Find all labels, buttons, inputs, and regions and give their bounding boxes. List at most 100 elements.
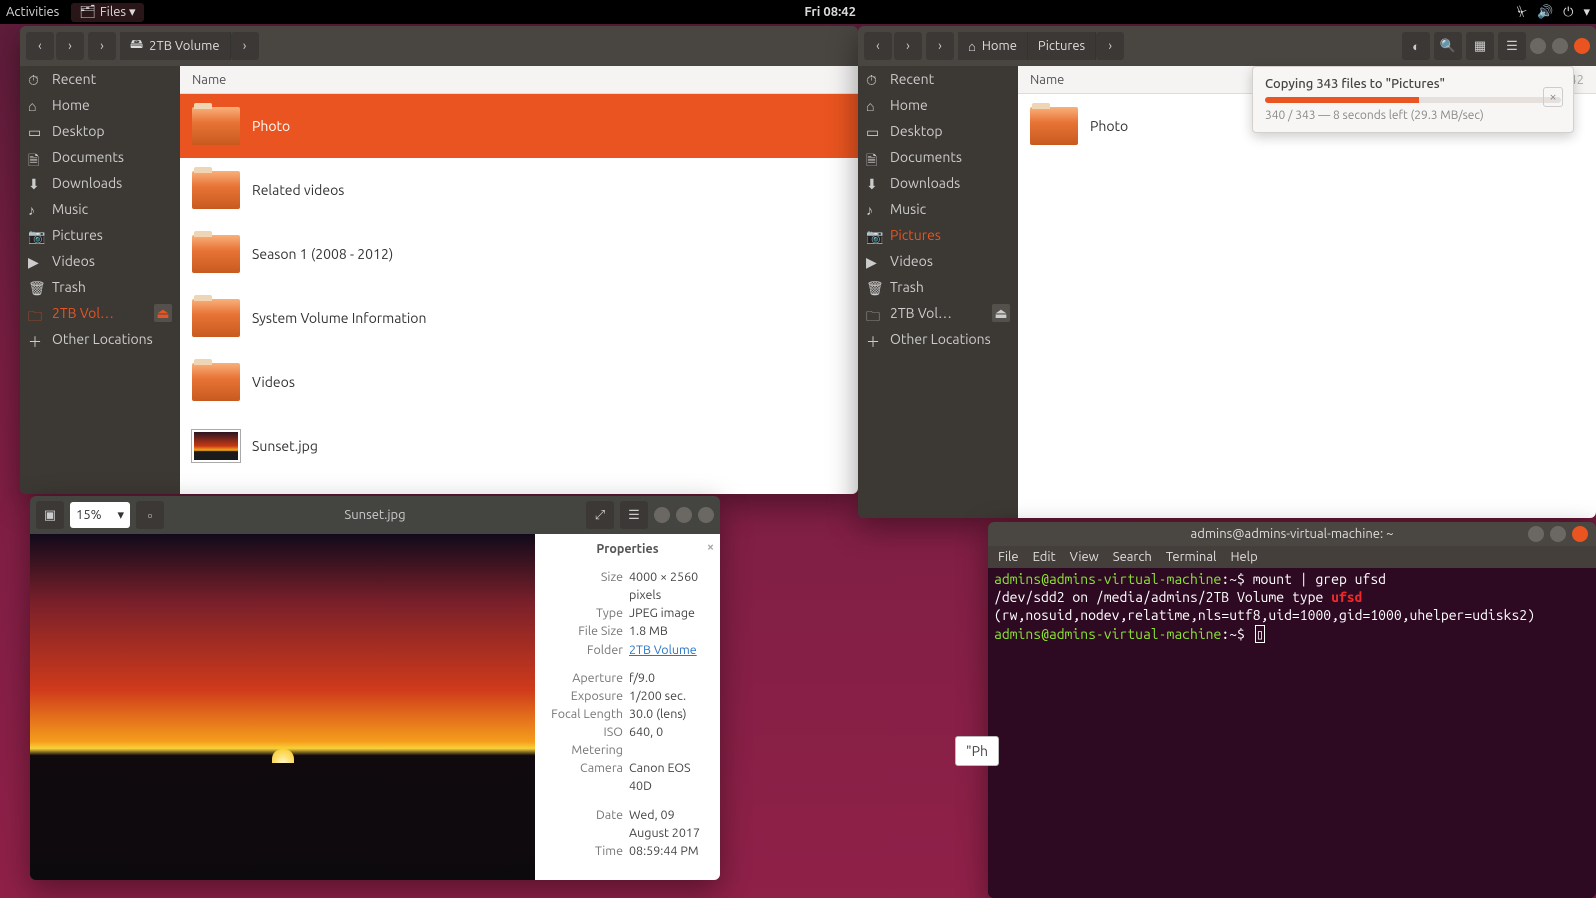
path-segment-home[interactable]: ⌂ Home: [958, 32, 1028, 60]
power-icon[interactable]: ⏻: [1563, 5, 1573, 20]
maximize-button[interactable]: [1552, 38, 1568, 54]
sidebar-item-desktop[interactable]: ▭Desktop: [858, 118, 1018, 144]
sidebar-item-music[interactable]: ♪Music: [858, 196, 1018, 222]
sidebar-item-pictures[interactable]: 📷Pictures: [20, 222, 180, 248]
property-row: Aperturef/9.0: [543, 669, 712, 687]
property-label: File Size: [543, 622, 623, 640]
sidebar-item-music[interactable]: ♪Music: [20, 196, 180, 222]
documents-icon: 🗎: [866, 150, 880, 164]
sidebar-item-label: Pictures: [890, 227, 941, 243]
pictures-icon: 📷: [28, 228, 42, 242]
back-button[interactable]: ‹: [864, 32, 892, 60]
path-chevron[interactable]: ›: [926, 32, 954, 60]
path-chevron[interactable]: ›: [231, 32, 259, 60]
property-row: Folder2TB Volume: [543, 641, 712, 659]
property-label: Type: [543, 604, 623, 622]
sidebar-item-pictures[interactable]: 📷Pictures: [858, 222, 1018, 248]
forward-button[interactable]: ›: [56, 32, 84, 60]
minimize-button[interactable]: [1528, 526, 1544, 542]
sidebar-item-recent[interactable]: ⏱Recent: [858, 66, 1018, 92]
close-icon[interactable]: ×: [1543, 87, 1563, 107]
menu-edit[interactable]: Edit: [1033, 550, 1056, 564]
fit-button[interactable]: ▣: [36, 501, 64, 529]
view-toggle-button[interactable]: ▦: [1466, 32, 1494, 60]
minimize-button[interactable]: [654, 507, 670, 523]
home-icon: ⌂: [866, 98, 880, 112]
zoom-selector[interactable]: 15% ▾: [70, 502, 130, 528]
maximize-button[interactable]: [1550, 526, 1566, 542]
file-row[interactable]: Photo: [180, 94, 858, 158]
property-row: Focal Length30.0 (lens): [543, 705, 712, 723]
property-label: Exposure: [543, 687, 623, 705]
sidebar-item-desktop[interactable]: ▭Desktop: [20, 118, 180, 144]
sidebar-item-label: Music: [52, 201, 88, 217]
column-header[interactable]: Name: [180, 66, 858, 94]
files-window-1: ‹ › › 🖴 2TB Volume › ⏱Recent⌂Home▭Deskto…: [20, 26, 858, 494]
file-row[interactable]: Season 1 (2008 - 2012): [180, 222, 858, 286]
menu-terminal[interactable]: Terminal: [1166, 550, 1217, 564]
file-row[interactable]: Sunset.jpg: [180, 414, 858, 478]
path-segment-volume[interactable]: 🖴 2TB Volume: [120, 32, 231, 60]
back-button[interactable]: ‹: [26, 32, 54, 60]
network-icon[interactable]: ⏧: [1517, 5, 1527, 20]
fullscreen-button[interactable]: ⤢: [586, 501, 614, 529]
file-row[interactable]: Related videos: [180, 158, 858, 222]
sidebar-item-2tb-vol-[interactable]: 🗀2TB Vol…⏏: [858, 300, 1018, 326]
path-chevron[interactable]: ›: [88, 32, 116, 60]
menu-button[interactable]: ☰: [620, 501, 648, 529]
sidebar-item-downloads[interactable]: ⬇Downloads: [858, 170, 1018, 196]
eject-icon[interactable]: ⏏: [992, 304, 1010, 322]
properties-title: Properties: [596, 542, 658, 556]
app-menu-icon: 🗂: [79, 5, 96, 20]
terminal-body[interactable]: admins@admins-virtual-machine:~$ mount |…: [988, 568, 1596, 645]
minimize-button[interactable]: [1530, 38, 1546, 54]
file-row[interactable]: System Volume Information: [180, 286, 858, 350]
properties-header: Properties ×: [535, 534, 720, 564]
close-button[interactable]: [1572, 526, 1588, 542]
menu-search[interactable]: Search: [1113, 550, 1152, 564]
property-value: 1.8 MB: [629, 622, 712, 640]
close-button[interactable]: [698, 507, 714, 523]
sidebar: ⏱Recent⌂Home▭Desktop🗎Documents⬇Downloads…: [858, 66, 1018, 518]
menu-view[interactable]: View: [1070, 550, 1099, 564]
sidebar-item-videos[interactable]: ▶Videos: [20, 248, 180, 274]
sidebar-item-other-locations[interactable]: ＋Other Locations: [20, 326, 180, 352]
chevron-down-icon[interactable]: ▾: [1583, 5, 1590, 20]
image-canvas[interactable]: [30, 534, 535, 880]
close-button[interactable]: [1574, 38, 1590, 54]
property-value: 640, 0: [629, 723, 712, 741]
path-chevron[interactable]: ›: [1096, 32, 1124, 60]
sidebar-item-videos[interactable]: ▶Videos: [858, 248, 1018, 274]
menu-file[interactable]: File: [998, 550, 1019, 564]
recent-icon: ⏱: [28, 72, 42, 86]
clock[interactable]: Fri 08:42: [144, 5, 1517, 19]
file-row[interactable]: Videos: [180, 350, 858, 414]
eject-icon[interactable]: ⏏: [154, 304, 172, 322]
maximize-button[interactable]: [676, 507, 692, 523]
dark-toggle-button[interactable]: ◐: [1402, 32, 1430, 60]
path-segment-pictures[interactable]: Pictures: [1028, 32, 1096, 60]
property-row: Size4000 × 2560 pixels: [543, 568, 712, 604]
close-icon[interactable]: ×: [707, 540, 714, 554]
menu-button[interactable]: ☰: [1498, 32, 1526, 60]
app-menu[interactable]: 🗂 Files ▾: [71, 3, 143, 22]
zoom-out-button[interactable]: ▫: [136, 501, 164, 529]
sidebar-item-other-locations[interactable]: ＋Other Locations: [858, 326, 1018, 352]
sidebar-item-downloads[interactable]: ⬇Downloads: [20, 170, 180, 196]
sidebar-item-home[interactable]: ⌂Home: [20, 92, 180, 118]
activities-button[interactable]: Activities: [6, 5, 59, 19]
forward-button[interactable]: ›: [894, 32, 922, 60]
sidebar-item-2tb-vol-[interactable]: 🗀2TB Vol…⏏: [20, 300, 180, 326]
sidebar-item-home[interactable]: ⌂Home: [858, 92, 1018, 118]
drive-icon: 🖴: [130, 35, 143, 57]
sidebar-item-documents[interactable]: 🗎Documents: [858, 144, 1018, 170]
sidebar-item-recent[interactable]: ⏱Recent: [20, 66, 180, 92]
search-button[interactable]: 🔍: [1434, 32, 1462, 60]
sidebar-item-trash[interactable]: 🗑Trash: [20, 274, 180, 300]
sidebar-item-documents[interactable]: 🗎Documents: [20, 144, 180, 170]
volume-icon[interactable]: 🔊: [1537, 5, 1553, 20]
sidebar-item-label: Trash: [52, 279, 86, 295]
sidebar-item-trash[interactable]: 🗑Trash: [858, 274, 1018, 300]
menu-help[interactable]: Help: [1230, 550, 1257, 564]
property-value[interactable]: 2TB Volume: [629, 641, 712, 659]
